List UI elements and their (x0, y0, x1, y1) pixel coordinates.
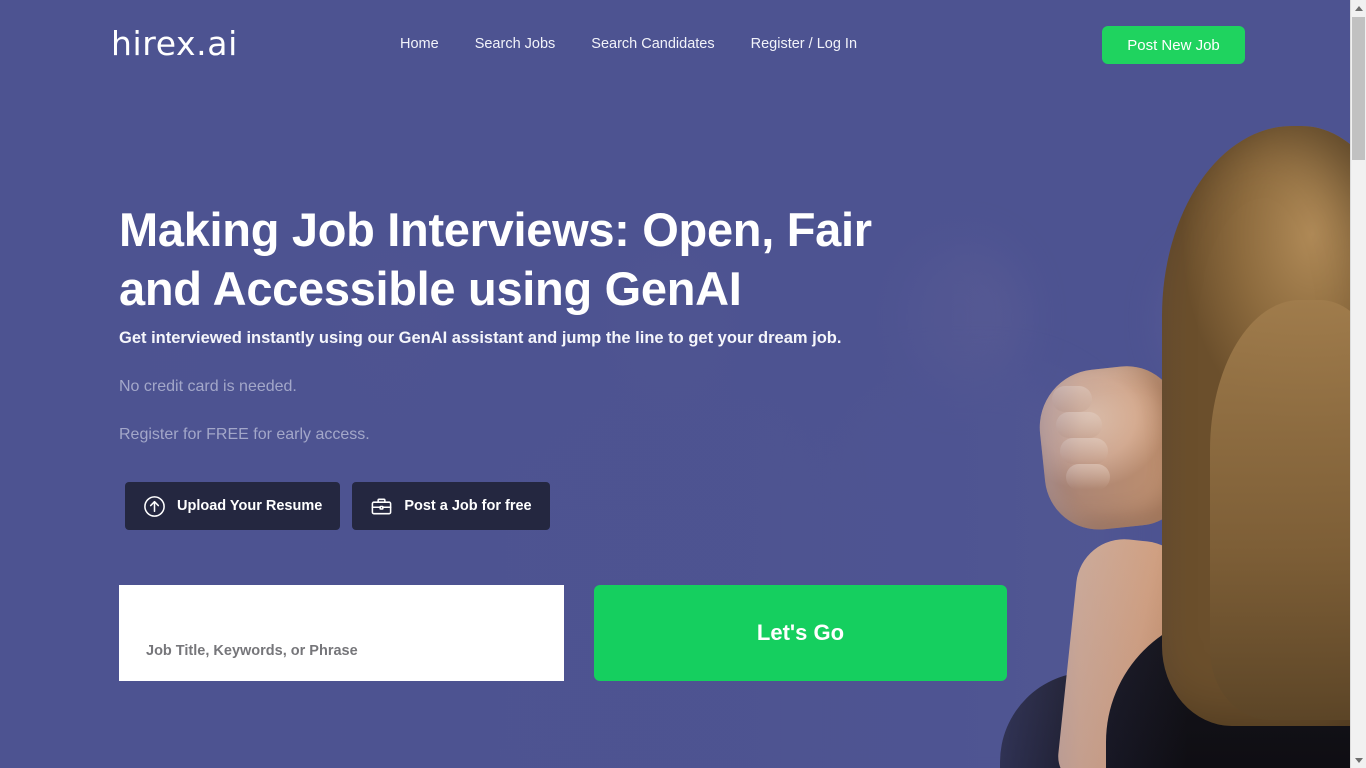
site-logo[interactable]: hirex.ai (111, 27, 238, 60)
lets-go-button[interactable]: Let's Go (594, 585, 1007, 681)
nav-item-search-candidates[interactable]: Search Candidates (591, 33, 714, 55)
hero-headline: Making Job Interviews: Open, Fair and Ac… (119, 203, 872, 315)
hero-note-no-credit-card: No credit card is needed. (119, 378, 297, 395)
vertical-scrollbar[interactable] (1350, 0, 1366, 768)
browser-viewport: hirex.ai Home Search Jobs Search Candida… (0, 0, 1350, 768)
post-new-job-button[interactable]: Post New Job (1102, 26, 1245, 64)
post-job-free-label: Post a Job for free (404, 498, 532, 514)
nav-item-search-jobs[interactable]: Search Jobs (475, 33, 556, 55)
upload-circle-icon (143, 495, 166, 518)
site-header: hirex.ai Home Search Jobs Search Candida… (0, 0, 1350, 90)
nav-item-home[interactable]: Home (400, 33, 439, 55)
briefcase-icon (370, 495, 393, 518)
hero-section: Making Job Interviews: Open, Fair and Ac… (0, 0, 1350, 768)
scroll-up-icon[interactable] (1351, 0, 1366, 16)
main-navigation: Home Search Jobs Search Candidates Regis… (400, 33, 857, 55)
upload-resume-button[interactable]: Upload Your Resume (125, 482, 341, 530)
post-job-free-button[interactable]: Post a Job for free (352, 482, 550, 530)
scroll-down-icon[interactable] (1351, 752, 1366, 768)
hero-note-register-free: Register for FREE for early access. (119, 426, 370, 443)
job-search-input[interactable] (119, 585, 564, 681)
page-root: hirex.ai Home Search Jobs Search Candida… (0, 0, 1366, 768)
nav-item-register-login[interactable]: Register / Log In (751, 33, 857, 55)
upload-resume-label: Upload Your Resume (177, 498, 323, 514)
hero-cta-row: Upload Your Resume Post a Job for free (125, 482, 550, 530)
hero-subtitle: Get interviewed instantly using our GenA… (119, 329, 842, 347)
scrollbar-thumb[interactable] (1352, 17, 1365, 160)
